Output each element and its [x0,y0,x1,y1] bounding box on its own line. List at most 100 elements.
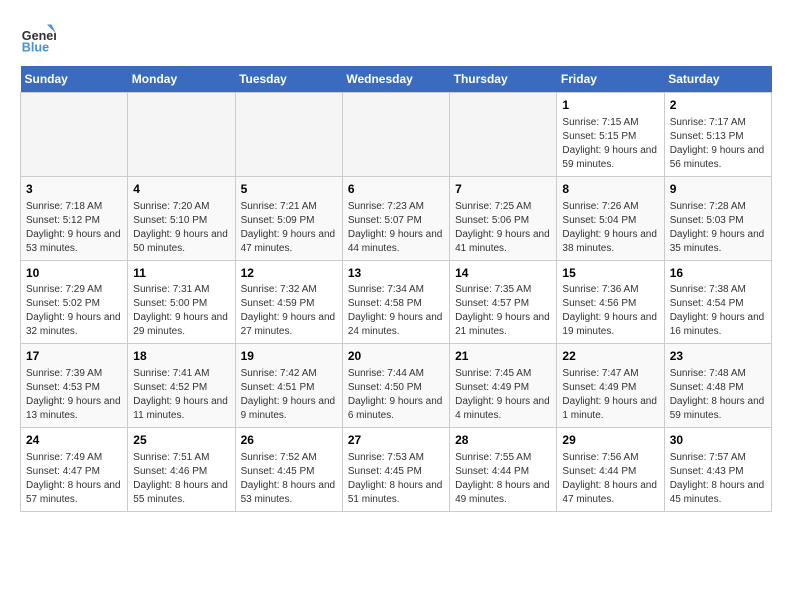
day-number: 19 [241,348,337,365]
day-header-tuesday: Tuesday [235,66,342,93]
day-number: 28 [455,432,551,449]
sunset-text: Sunset: 4:59 PM [241,297,337,311]
sunset-text: Sunset: 4:50 PM [348,381,444,395]
sunrise-text: Sunrise: 7:51 AM [133,451,229,465]
day-number: 4 [133,181,229,198]
daylight-text: Daylight: 9 hours and 4 minutes. [455,395,551,423]
calendar-cell [450,93,557,177]
sunset-text: Sunset: 4:44 PM [455,465,551,479]
sunset-text: Sunset: 5:04 PM [562,214,658,228]
calendar-cell: 4 Sunrise: 7:20 AM Sunset: 5:10 PM Dayli… [128,176,235,260]
sunrise-text: Sunrise: 7:23 AM [348,200,444,214]
daylight-text: Daylight: 8 hours and 49 minutes. [455,479,551,507]
calendar-week-5: 24 Sunrise: 7:49 AM Sunset: 4:47 PM Dayl… [21,428,772,512]
day-number: 18 [133,348,229,365]
sunset-text: Sunset: 4:58 PM [348,297,444,311]
day-number: 27 [348,432,444,449]
calendar-cell: 2 Sunrise: 7:17 AM Sunset: 5:13 PM Dayli… [664,93,771,177]
day-number: 7 [455,181,551,198]
sunrise-text: Sunrise: 7:49 AM [26,451,122,465]
day-number: 12 [241,265,337,282]
daylight-text: Daylight: 9 hours and 24 minutes. [348,311,444,339]
sunrise-text: Sunrise: 7:35 AM [455,283,551,297]
daylight-text: Daylight: 8 hours and 59 minutes. [670,395,766,423]
daylight-text: Daylight: 8 hours and 47 minutes. [562,479,658,507]
daylight-text: Daylight: 9 hours and 32 minutes. [26,311,122,339]
daylight-text: Daylight: 9 hours and 50 minutes. [133,228,229,256]
sunrise-text: Sunrise: 7:57 AM [670,451,766,465]
day-number: 3 [26,181,122,198]
daylight-text: Daylight: 9 hours and 16 minutes. [670,311,766,339]
daylight-text: Daylight: 9 hours and 29 minutes. [133,311,229,339]
sunrise-text: Sunrise: 7:42 AM [241,367,337,381]
sunset-text: Sunset: 4:49 PM [562,381,658,395]
day-number: 9 [670,181,766,198]
day-number: 29 [562,432,658,449]
day-number: 26 [241,432,337,449]
daylight-text: Daylight: 8 hours and 45 minutes. [670,479,766,507]
calendar-cell: 10 Sunrise: 7:29 AM Sunset: 5:02 PM Dayl… [21,260,128,344]
sunset-text: Sunset: 4:52 PM [133,381,229,395]
calendar-week-3: 10 Sunrise: 7:29 AM Sunset: 5:02 PM Dayl… [21,260,772,344]
sunset-text: Sunset: 5:03 PM [670,214,766,228]
day-number: 16 [670,265,766,282]
sunset-text: Sunset: 5:02 PM [26,297,122,311]
day-number: 13 [348,265,444,282]
day-number: 2 [670,97,766,114]
day-header-wednesday: Wednesday [342,66,449,93]
daylight-text: Daylight: 9 hours and 35 minutes. [670,228,766,256]
daylight-text: Daylight: 9 hours and 21 minutes. [455,311,551,339]
day-number: 14 [455,265,551,282]
calendar-cell: 26 Sunrise: 7:52 AM Sunset: 4:45 PM Dayl… [235,428,342,512]
daylight-text: Daylight: 9 hours and 44 minutes. [348,228,444,256]
calendar-cell: 27 Sunrise: 7:53 AM Sunset: 4:45 PM Dayl… [342,428,449,512]
day-number: 21 [455,348,551,365]
daylight-text: Daylight: 8 hours and 57 minutes. [26,479,122,507]
sunrise-text: Sunrise: 7:48 AM [670,367,766,381]
day-number: 23 [670,348,766,365]
calendar-cell: 17 Sunrise: 7:39 AM Sunset: 4:53 PM Dayl… [21,344,128,428]
logo-icon: General Blue [20,20,56,56]
sunrise-text: Sunrise: 7:31 AM [133,283,229,297]
calendar-cell: 9 Sunrise: 7:28 AM Sunset: 5:03 PM Dayli… [664,176,771,260]
sunset-text: Sunset: 4:53 PM [26,381,122,395]
daylight-text: Daylight: 9 hours and 38 minutes. [562,228,658,256]
calendar-cell: 18 Sunrise: 7:41 AM Sunset: 4:52 PM Dayl… [128,344,235,428]
sunrise-text: Sunrise: 7:18 AM [26,200,122,214]
svg-text:Blue: Blue [22,41,49,55]
calendar-cell [21,93,128,177]
sunset-text: Sunset: 4:57 PM [455,297,551,311]
calendar-week-2: 3 Sunrise: 7:18 AM Sunset: 5:12 PM Dayli… [21,176,772,260]
logo: General Blue [20,20,56,56]
daylight-text: Daylight: 9 hours and 1 minute. [562,395,658,423]
daylight-text: Daylight: 9 hours and 56 minutes. [670,144,766,172]
calendar-cell: 25 Sunrise: 7:51 AM Sunset: 4:46 PM Dayl… [128,428,235,512]
daylight-text: Daylight: 9 hours and 6 minutes. [348,395,444,423]
calendar-week-4: 17 Sunrise: 7:39 AM Sunset: 4:53 PM Dayl… [21,344,772,428]
calendar-cell: 20 Sunrise: 7:44 AM Sunset: 4:50 PM Dayl… [342,344,449,428]
page-header: General Blue [20,20,772,56]
sunset-text: Sunset: 5:09 PM [241,214,337,228]
sunrise-text: Sunrise: 7:53 AM [348,451,444,465]
daylight-text: Daylight: 9 hours and 9 minutes. [241,395,337,423]
sunset-text: Sunset: 4:45 PM [241,465,337,479]
calendar-cell: 16 Sunrise: 7:38 AM Sunset: 4:54 PM Dayl… [664,260,771,344]
calendar-cell: 7 Sunrise: 7:25 AM Sunset: 5:06 PM Dayli… [450,176,557,260]
daylight-text: Daylight: 9 hours and 11 minutes. [133,395,229,423]
sunset-text: Sunset: 4:56 PM [562,297,658,311]
day-number: 24 [26,432,122,449]
calendar-cell: 19 Sunrise: 7:42 AM Sunset: 4:51 PM Dayl… [235,344,342,428]
sunset-text: Sunset: 4:45 PM [348,465,444,479]
sunset-text: Sunset: 4:51 PM [241,381,337,395]
sunrise-text: Sunrise: 7:20 AM [133,200,229,214]
day-header-friday: Friday [557,66,664,93]
sunrise-text: Sunrise: 7:44 AM [348,367,444,381]
calendar-week-1: 1 Sunrise: 7:15 AM Sunset: 5:15 PM Dayli… [21,93,772,177]
daylight-text: Daylight: 9 hours and 47 minutes. [241,228,337,256]
calendar-cell: 30 Sunrise: 7:57 AM Sunset: 4:43 PM Dayl… [664,428,771,512]
calendar-cell: 15 Sunrise: 7:36 AM Sunset: 4:56 PM Dayl… [557,260,664,344]
day-number: 6 [348,181,444,198]
day-number: 8 [562,181,658,198]
sunrise-text: Sunrise: 7:39 AM [26,367,122,381]
sunrise-text: Sunrise: 7:47 AM [562,367,658,381]
